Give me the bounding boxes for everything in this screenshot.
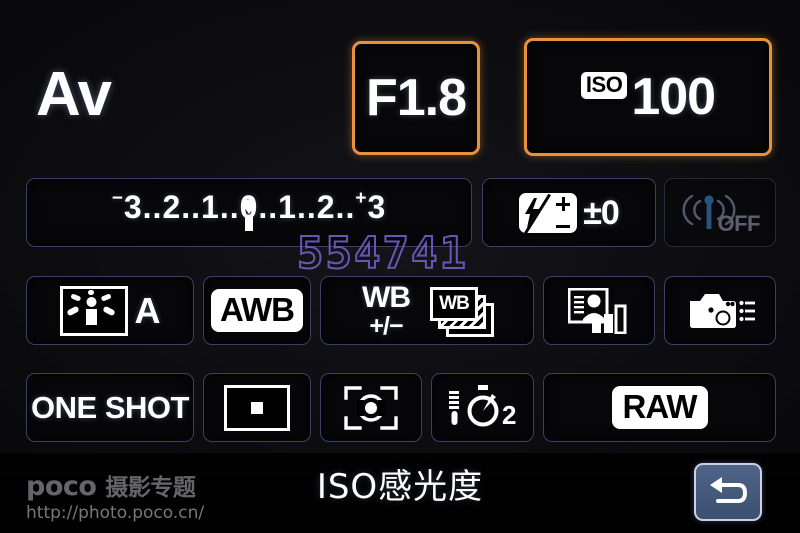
metering-glyph [344, 385, 398, 430]
picture-style-cell[interactable]: A [26, 276, 194, 345]
back-button[interactable] [694, 463, 762, 521]
aperture-value: F1.8 [365, 69, 467, 127]
wb-shift-label: WB [362, 280, 411, 314]
af-area-cell[interactable] [203, 373, 311, 442]
auto-lighting-optimizer-cell[interactable] [543, 276, 655, 345]
wb-bracketing-icon: WB [429, 286, 494, 337]
wb-shift-sign: +/− [369, 311, 403, 340]
image-quality-cell[interactable]: RAW [543, 373, 776, 442]
exposure-scale-end: 3 [367, 189, 387, 225]
wireless-flash-cell[interactable]: OFF [664, 178, 776, 247]
wb-bracket-label: WB [439, 293, 470, 314]
flash-compensation-value: ±0 [583, 193, 620, 232]
minus-sign: − [111, 188, 124, 209]
camera-controls-glyph [690, 293, 755, 328]
picture-style-value: A [134, 289, 161, 331]
drive-mode-cell[interactable]: 2 [431, 373, 534, 442]
exposure-scale-right: ..1..2.. [258, 189, 356, 225]
picture-style-glyph [66, 289, 115, 325]
picture-style-icon [59, 285, 128, 336]
wb-shift-bracket-cell[interactable]: WB +/− WB [320, 276, 534, 345]
alo-glyph [567, 287, 627, 334]
auto-lighting-optimizer-icon [567, 287, 630, 334]
top-status-row: Av F1.8 ISO 100 [0, 14, 800, 156]
iso-value: 100 [631, 68, 716, 126]
exposure-compensation-cell[interactable]: −3..2..1..0..1..2..+3 [26, 178, 472, 247]
white-balance-cell[interactable]: AWB [203, 276, 311, 345]
wireless-flash-icon: OFF [678, 190, 762, 236]
exposure-compensation-scale: −3..2..1..0..1..2..+3 [27, 179, 471, 246]
iso-value-box[interactable]: ISO 100 [524, 38, 772, 156]
flash-exposure-compensation-cell[interactable]: ±0 [482, 178, 656, 247]
self-timer-glyph: 2 [448, 384, 516, 430]
exposure-level-tick-icon [245, 217, 253, 231]
af-point-selection-icon [224, 384, 290, 431]
custom-controls-cell[interactable] [664, 276, 776, 345]
wireless-status-label: OFF [717, 210, 761, 236]
iso-icon: ISO [580, 71, 628, 99]
wb-shift-icon: WB +/− [362, 280, 411, 340]
metering-mode-cell[interactable] [320, 373, 422, 442]
exposure-scale-left: 3..2..1.. [123, 189, 240, 225]
return-arrow-icon [710, 477, 747, 503]
white-balance-value: AWB [211, 289, 303, 332]
aperture-value-box[interactable]: F1.8 [352, 41, 480, 155]
custom-controls-icon [685, 289, 755, 333]
af-mode-value: ONE SHOT [31, 390, 189, 425]
self-timer-icon: 2 [447, 384, 519, 431]
af-mode-cell[interactable]: ONE SHOT [26, 373, 194, 442]
flash-compensation-icon [519, 192, 578, 234]
image-quality-value: RAW [611, 386, 708, 429]
evaluative-metering-icon [344, 385, 398, 430]
plus-sign: + [355, 188, 368, 209]
shooting-mode-indicator: Av [36, 60, 112, 129]
svg-text:2: 2 [502, 400, 516, 430]
camera-lcd-screen: Av F1.8 ISO 100 −3..2..1..0..1..2..+3 [0, 0, 800, 533]
help-text: ISO感光度 [316, 467, 484, 507]
